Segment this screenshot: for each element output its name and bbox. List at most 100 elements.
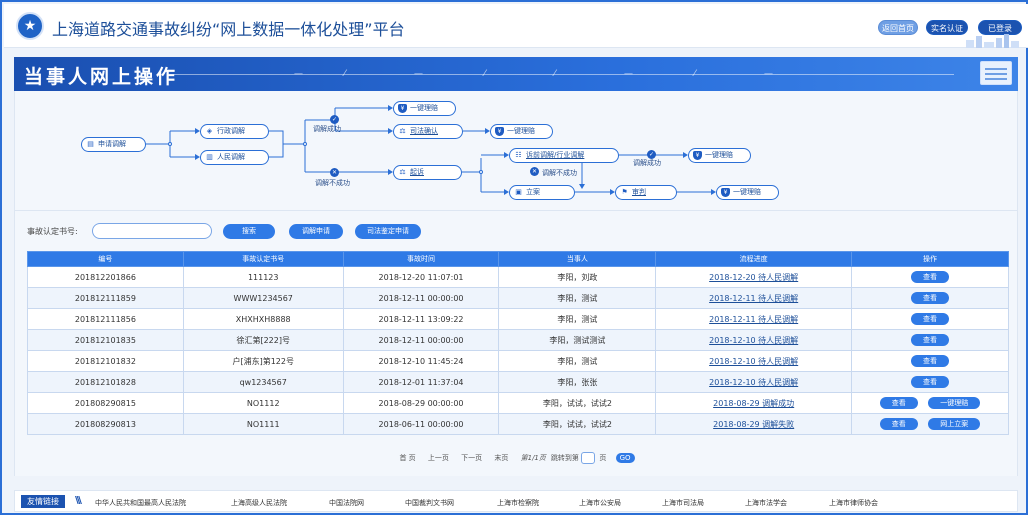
- view-button[interactable]: 查看: [911, 313, 950, 325]
- online-filing-button[interactable]: 网上立案: [928, 418, 981, 430]
- col-header-cert[interactable]: 事故认定书号: [182, 251, 344, 267]
- footer-link[interactable]: 上海高级人民法院: [231, 498, 287, 508]
- shield-icon: ¥: [495, 127, 504, 136]
- mediation-fail-label: 调解不成功: [315, 179, 350, 187]
- footer-link[interactable]: 上海市法学会: [745, 498, 787, 508]
- site-header: ★ 上海道路交通事故纠纷“网上数据一体化处理”平台 返回首页 实名认证 已登录: [4, 4, 1028, 48]
- cell-time: 2018-12-01 11:37:04: [342, 371, 500, 393]
- judicial-confirm-node[interactable]: ⚖ 司法确认: [393, 124, 463, 139]
- banner-decoration: ⁄: [344, 69, 346, 79]
- one-key-claim-button[interactable]: 一键理赔: [928, 397, 981, 409]
- view-button[interactable]: 查看: [879, 397, 918, 409]
- cell-time: 2018-12-20 11:07:01: [342, 266, 500, 288]
- records-table-panel: 编号 事故认定书号 事故时间 当事人 流程进度 操作 201812201866 …: [14, 251, 1018, 476]
- col-header-actions: 操作: [851, 251, 1009, 267]
- table-row: 201808290815 NO1112 2018-08-29 00:00:00 …: [27, 392, 1009, 414]
- cell-cert: 户[浦东]第122号: [182, 350, 344, 372]
- banner-decoration: ⁄: [484, 69, 486, 79]
- records-table: 编号 事故认定书号 事故时间 当事人 流程进度 操作 201812201866 …: [27, 251, 1009, 435]
- cell-parties: 李阳，测试测试: [498, 329, 657, 351]
- cell-id: 201812201866: [27, 266, 184, 288]
- progress-link[interactable]: 2018-12-10 待人民调解: [709, 336, 798, 345]
- one-key-claim-node-3[interactable]: ¥ 一键理赔: [688, 148, 751, 163]
- process-flow-diagram: ▤ 申请调解 ◈ 行政调解 ▥ 人民调解 ✓ 调解成功 ✕ 调解不成功 ¥ 一键…: [14, 91, 1018, 211]
- go-button[interactable]: GO: [615, 453, 635, 463]
- shield-icon: ¥: [721, 188, 730, 197]
- col-header-time[interactable]: 事故时间: [342, 251, 500, 267]
- mediation-success-label-2: 调解成功: [633, 159, 661, 167]
- page-info: 第1/1页: [520, 454, 546, 462]
- footer-link[interactable]: 上海市律师协会: [829, 498, 878, 508]
- apply-appraisal-button[interactable]: 司法鉴定申请: [355, 224, 421, 239]
- one-key-claim-node[interactable]: ¥ 一键理赔: [393, 101, 456, 116]
- view-button[interactable]: 查看: [911, 334, 950, 346]
- footer-link[interactable]: 中国法院网: [329, 498, 364, 508]
- prev-page-link[interactable]: 上一页: [428, 454, 449, 462]
- view-button[interactable]: 查看: [911, 376, 950, 388]
- progress-link[interactable]: 2018-12-11 待人民调解: [709, 315, 798, 324]
- view-button[interactable]: 查看: [911, 355, 950, 367]
- cell-cert: XHXHXH8888: [182, 308, 344, 330]
- success-check-icon: ✓: [330, 115, 339, 124]
- people-mediation-node[interactable]: ▥ 人民调解: [200, 150, 269, 165]
- sue-node[interactable]: ⚖ 起诉: [393, 165, 462, 180]
- realname-auth-button[interactable]: 实名认证: [926, 20, 968, 35]
- col-header-parties[interactable]: 当事人: [498, 251, 657, 267]
- one-key-claim-node-2[interactable]: ¥ 一键理赔: [490, 124, 553, 139]
- first-page-link[interactable]: 首 页: [399, 454, 415, 462]
- apply-mediation-node[interactable]: ▤ 申请调解: [81, 137, 146, 152]
- flow-junction: [303, 142, 307, 146]
- footer-link[interactable]: 中国裁判文书网: [405, 498, 454, 508]
- view-button[interactable]: 查看: [911, 292, 950, 304]
- one-key-claim-node-4[interactable]: ¥ 一键理赔: [716, 185, 779, 200]
- fail-cross-icon: ✕: [330, 168, 339, 177]
- progress-link[interactable]: 2018-08-29 调解成功: [713, 399, 794, 408]
- fail-cross-icon: ✕: [530, 167, 539, 176]
- monitor-icon: [980, 61, 1012, 85]
- admin-mediation-node[interactable]: ◈ 行政调解: [200, 124, 269, 139]
- apply-mediation-button[interactable]: 调解申请: [289, 224, 343, 239]
- cell-parties: 李阳，试试，试试2: [498, 392, 657, 414]
- view-button[interactable]: 查看: [911, 271, 950, 283]
- page-jump-input[interactable]: [581, 452, 596, 464]
- gavel-icon: ⚖: [399, 127, 406, 135]
- table-row: 201812201866 111123 2018-12-20 11:07:01 …: [27, 266, 1009, 288]
- progress-link[interactable]: 2018-12-10 待人民调解: [709, 357, 798, 366]
- cell-progress: 2018-12-10 待人民调解: [655, 350, 853, 372]
- cell-parties: 李阳，张张: [498, 371, 657, 393]
- next-page-link[interactable]: 下一页: [461, 454, 482, 462]
- view-button[interactable]: 查看: [879, 418, 918, 430]
- footer-link[interactable]: 中华人民共和国最高人民法院: [95, 498, 186, 508]
- footer-link[interactable]: 上海市公安局: [579, 498, 621, 508]
- pre-litigation-mediation-node[interactable]: ☷ 诉前调解/行业调解: [509, 148, 619, 163]
- progress-link[interactable]: 2018-12-10 待人民调解: [709, 378, 798, 387]
- cell-time: 2018-06-11 00:00:00: [342, 413, 500, 435]
- jump-label: 跳转到第: [550, 454, 579, 462]
- banner-decoration: —: [414, 69, 423, 79]
- logged-in-button[interactable]: 已登录: [978, 20, 1022, 35]
- footer-link[interactable]: 上海市检察院: [497, 498, 539, 508]
- progress-link[interactable]: 2018-08-29 调解失败: [713, 420, 794, 429]
- accident-cert-search-input[interactable]: [92, 223, 212, 239]
- building-icon: ▥: [206, 153, 213, 161]
- col-header-id[interactable]: 编号: [27, 251, 184, 267]
- cell-parties: 李阳，试试，试试2: [498, 413, 657, 435]
- back-home-button[interactable]: 返回首页: [878, 20, 918, 35]
- col-header-progress[interactable]: 流程进度: [655, 251, 853, 267]
- cell-cert: 徐汇第[222]号: [182, 329, 344, 351]
- cell-time: 2018-12-11 13:09:22: [342, 308, 500, 330]
- trial-node[interactable]: ⚑ 审判: [615, 185, 677, 200]
- progress-link[interactable]: 2018-12-20 待人民调解: [709, 273, 798, 282]
- cell-cert: 111123: [182, 266, 344, 288]
- search-button[interactable]: 搜索: [223, 224, 275, 239]
- meeting-icon: ☷: [515, 151, 522, 159]
- cell-progress: 2018-08-29 调解成功: [655, 392, 853, 414]
- file-case-node[interactable]: ▣ 立案: [509, 185, 575, 200]
- cell-progress: 2018-12-10 待人民调解: [655, 371, 853, 393]
- banner-decoration: ⁄: [554, 69, 556, 79]
- cell-time: 2018-12-10 11:45:24: [342, 350, 500, 372]
- last-page-link[interactable]: 末页: [494, 454, 508, 462]
- footer-link[interactable]: 上海市司法局: [662, 498, 704, 508]
- progress-link[interactable]: 2018-12-11 待人民调解: [709, 294, 798, 303]
- search-label: 事故认定书号:: [27, 227, 78, 236]
